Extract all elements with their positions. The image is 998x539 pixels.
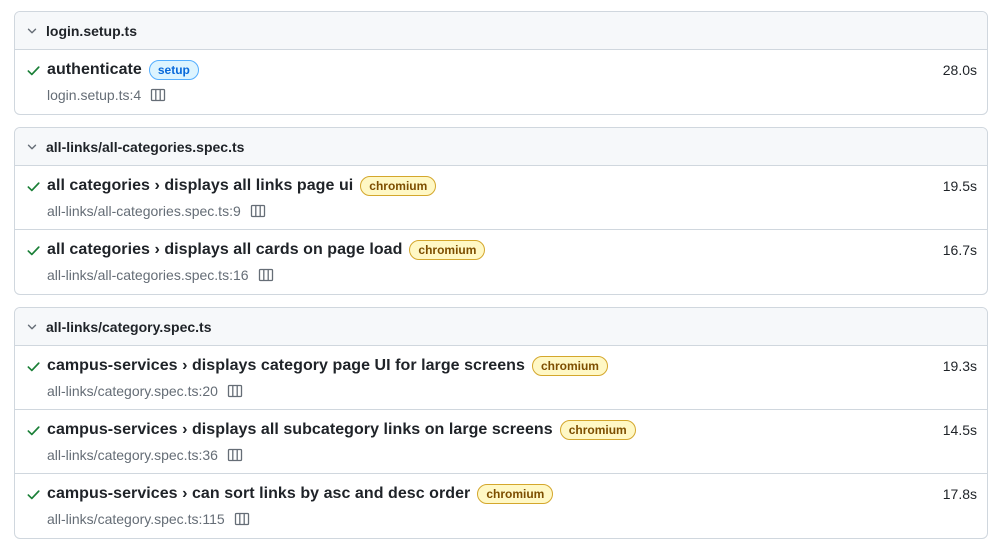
trace-viewer-icon[interactable] bbox=[150, 87, 166, 103]
trace-viewer-icon[interactable] bbox=[234, 511, 250, 527]
test-title[interactable]: campus-services › displays category page… bbox=[47, 357, 525, 375]
test-location-line: all-links/all-categories.spec.ts:9 bbox=[47, 203, 266, 219]
test-title[interactable]: authenticate bbox=[47, 61, 142, 79]
test-location-line: all-links/category.spec.ts:115 bbox=[47, 511, 250, 527]
test-location: login.setup.ts:4 bbox=[47, 87, 142, 103]
test-report: login.setup.ts authenticate setup login.set… bbox=[0, 0, 998, 539]
project-badge[interactable]: chromium bbox=[531, 356, 608, 376]
chevron-down-icon[interactable] bbox=[26, 141, 38, 153]
test-title-line: all categories › displays all cards on p… bbox=[47, 240, 486, 260]
test-duration: 17.8s bbox=[942, 486, 977, 502]
test-file-name: all-links/category.spec.ts bbox=[46, 318, 212, 335]
test-row[interactable]: all categories › displays all cards on p… bbox=[15, 230, 987, 294]
test-title-line: campus-services › displays category page… bbox=[47, 356, 608, 376]
chevron-down-icon[interactable] bbox=[26, 321, 38, 333]
test-file-name: login.setup.ts bbox=[46, 22, 137, 39]
test-location: all-links/all-categories.spec.ts:16 bbox=[47, 267, 249, 283]
test-duration: 28.0s bbox=[942, 62, 977, 78]
project-badge[interactable]: chromium bbox=[360, 176, 437, 196]
check-icon bbox=[25, 422, 41, 438]
check-icon bbox=[25, 358, 41, 374]
check-icon bbox=[25, 242, 41, 258]
test-title-line: authenticate setup bbox=[47, 60, 199, 80]
test-file-name: all-links/all-categories.spec.ts bbox=[46, 138, 245, 155]
test-title[interactable]: all categories › displays all links page… bbox=[47, 177, 353, 195]
test-location: all-links/category.spec.ts:20 bbox=[47, 383, 218, 399]
test-title[interactable]: campus-services › can sort links by asc … bbox=[47, 485, 470, 503]
check-icon bbox=[25, 178, 41, 194]
test-row[interactable]: campus-services › displays category page… bbox=[15, 346, 987, 410]
test-location-line: all-links/all-categories.spec.ts:16 bbox=[47, 267, 274, 283]
test-duration: 19.5s bbox=[942, 178, 977, 194]
test-location-line: all-links/category.spec.ts:20 bbox=[47, 383, 243, 399]
check-icon bbox=[25, 486, 41, 502]
test-file-group: all-links/all-categories.spec.ts all cate… bbox=[14, 127, 988, 295]
project-badge[interactable]: chromium bbox=[559, 420, 636, 440]
test-row[interactable]: campus-services › displays all subcatego… bbox=[15, 410, 987, 474]
test-file-header[interactable]: all-links/all-categories.spec.ts bbox=[15, 128, 987, 166]
test-file-group: login.setup.ts authenticate setup login.set… bbox=[14, 11, 988, 115]
test-row[interactable]: campus-services › can sort links by asc … bbox=[15, 474, 987, 538]
check-icon bbox=[25, 62, 41, 78]
project-badge[interactable]: setup bbox=[148, 60, 199, 80]
test-title-line: campus-services › displays all subcatego… bbox=[47, 420, 636, 440]
test-location-line: login.setup.ts:4 bbox=[47, 87, 166, 103]
test-title[interactable]: campus-services › displays all subcatego… bbox=[47, 421, 553, 439]
trace-viewer-icon[interactable] bbox=[250, 203, 266, 219]
project-badge[interactable]: chromium bbox=[477, 484, 554, 504]
test-title[interactable]: all categories › displays all cards on p… bbox=[47, 241, 402, 259]
trace-viewer-icon[interactable] bbox=[227, 383, 243, 399]
test-file-group: all-links/category.spec.ts campus-service… bbox=[14, 307, 988, 539]
test-row[interactable]: all categories › displays all links page… bbox=[15, 166, 987, 230]
trace-viewer-icon[interactable] bbox=[258, 267, 274, 283]
chevron-down-icon[interactable] bbox=[26, 25, 38, 37]
test-location: all-links/all-categories.spec.ts:9 bbox=[47, 203, 241, 219]
test-location: all-links/category.spec.ts:36 bbox=[47, 447, 218, 463]
test-file-header[interactable]: all-links/category.spec.ts bbox=[15, 308, 987, 346]
trace-viewer-icon[interactable] bbox=[227, 447, 243, 463]
test-duration: 19.3s bbox=[942, 358, 977, 374]
test-title-line: all categories › displays all links page… bbox=[47, 176, 437, 196]
test-location: all-links/category.spec.ts:115 bbox=[47, 511, 225, 527]
test-location-line: all-links/category.spec.ts:36 bbox=[47, 447, 243, 463]
test-row[interactable]: authenticate setup login.setup.ts:4 28.0s bbox=[15, 50, 987, 114]
project-badge[interactable]: chromium bbox=[409, 240, 486, 260]
test-duration: 16.7s bbox=[942, 242, 977, 258]
test-file-header[interactable]: login.setup.ts bbox=[15, 12, 987, 50]
test-duration: 14.5s bbox=[942, 422, 977, 438]
test-title-line: campus-services › can sort links by asc … bbox=[47, 484, 554, 504]
